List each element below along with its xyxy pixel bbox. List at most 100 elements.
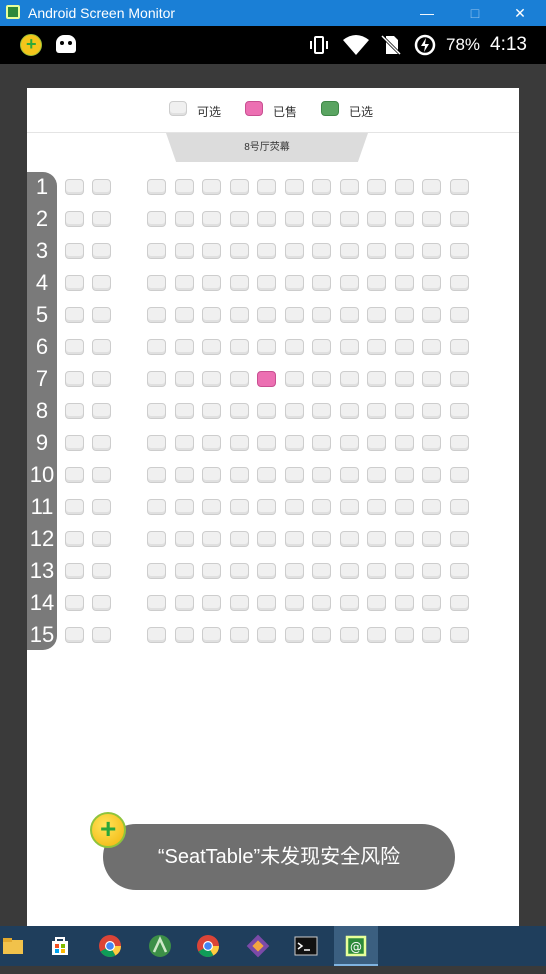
seat[interactable] [175,435,194,451]
seat[interactable] [202,563,221,579]
seat[interactable] [395,275,414,291]
seat[interactable] [92,627,111,643]
seat[interactable] [92,563,111,579]
seat[interactable] [285,403,304,419]
seat[interactable] [147,563,166,579]
close-button[interactable]: ✕ [497,0,543,26]
seat[interactable] [450,371,469,387]
seat[interactable] [257,563,276,579]
seat[interactable] [65,467,84,483]
seat[interactable] [285,531,304,547]
seat[interactable] [367,211,386,227]
seat[interactable] [285,627,304,643]
seat[interactable] [257,499,276,515]
seat[interactable] [367,243,386,259]
maximize-button[interactable]: □ [452,0,498,26]
seat[interactable] [230,371,249,387]
seat[interactable] [285,371,304,387]
seat[interactable] [92,307,111,323]
seat[interactable] [340,435,359,451]
seat[interactable] [202,499,221,515]
seat[interactable] [202,243,221,259]
seat[interactable] [450,595,469,611]
seat[interactable] [230,531,249,547]
seat[interactable] [92,531,111,547]
seat[interactable] [312,627,331,643]
seat[interactable] [285,467,304,483]
seat[interactable] [340,627,359,643]
seat[interactable] [367,179,386,195]
seat[interactable] [312,595,331,611]
seat[interactable] [147,243,166,259]
seat[interactable] [395,339,414,355]
seat[interactable] [147,403,166,419]
seat[interactable] [257,339,276,355]
seat[interactable] [395,531,414,547]
seat[interactable] [65,275,84,291]
seat[interactable] [312,243,331,259]
seat[interactable] [202,179,221,195]
seat[interactable] [147,467,166,483]
seat[interactable] [395,403,414,419]
seat[interactable] [285,179,304,195]
seat[interactable] [230,627,249,643]
seat[interactable] [395,627,414,643]
seat[interactable] [92,275,111,291]
seat[interactable] [257,531,276,547]
seat[interactable] [202,435,221,451]
seat[interactable] [257,595,276,611]
seat[interactable] [312,339,331,355]
git-icon[interactable] [236,926,280,966]
seat[interactable] [422,499,441,515]
seat[interactable] [202,275,221,291]
seat[interactable] [367,275,386,291]
seat[interactable] [147,211,166,227]
seat[interactable] [92,211,111,227]
seat[interactable] [340,403,359,419]
seat[interactable] [285,243,304,259]
seat[interactable] [147,371,166,387]
seat[interactable] [367,563,386,579]
chrome-icon[interactable] [88,926,132,966]
seat[interactable] [395,243,414,259]
seat[interactable] [340,243,359,259]
seat[interactable] [230,435,249,451]
seat[interactable] [340,467,359,483]
seat[interactable] [257,211,276,227]
seat[interactable] [230,243,249,259]
seat[interactable] [257,403,276,419]
seat[interactable] [65,531,84,547]
seat[interactable] [65,211,84,227]
seat[interactable] [367,307,386,323]
seat[interactable] [257,627,276,643]
seat[interactable] [257,307,276,323]
seat[interactable] [422,371,441,387]
seat[interactable] [230,467,249,483]
seat[interactable] [367,627,386,643]
seat[interactable] [422,627,441,643]
seat[interactable] [450,563,469,579]
seat[interactable] [65,339,84,355]
seat[interactable] [175,403,194,419]
seat[interactable] [92,595,111,611]
seat[interactable] [202,627,221,643]
seat[interactable] [65,499,84,515]
seat[interactable] [285,563,304,579]
seat[interactable] [230,339,249,355]
seat[interactable] [65,307,84,323]
seat[interactable] [230,275,249,291]
seat[interactable] [395,435,414,451]
seat[interactable] [422,211,441,227]
seat[interactable] [340,339,359,355]
minimize-button[interactable]: — [404,0,450,26]
seat[interactable] [202,371,221,387]
seat[interactable] [312,467,331,483]
seat[interactable] [175,627,194,643]
seat[interactable] [422,563,441,579]
seat[interactable] [92,467,111,483]
seat[interactable] [450,179,469,195]
seat[interactable] [230,499,249,515]
seat[interactable] [175,467,194,483]
seat[interactable] [65,563,84,579]
seat[interactable] [422,467,441,483]
